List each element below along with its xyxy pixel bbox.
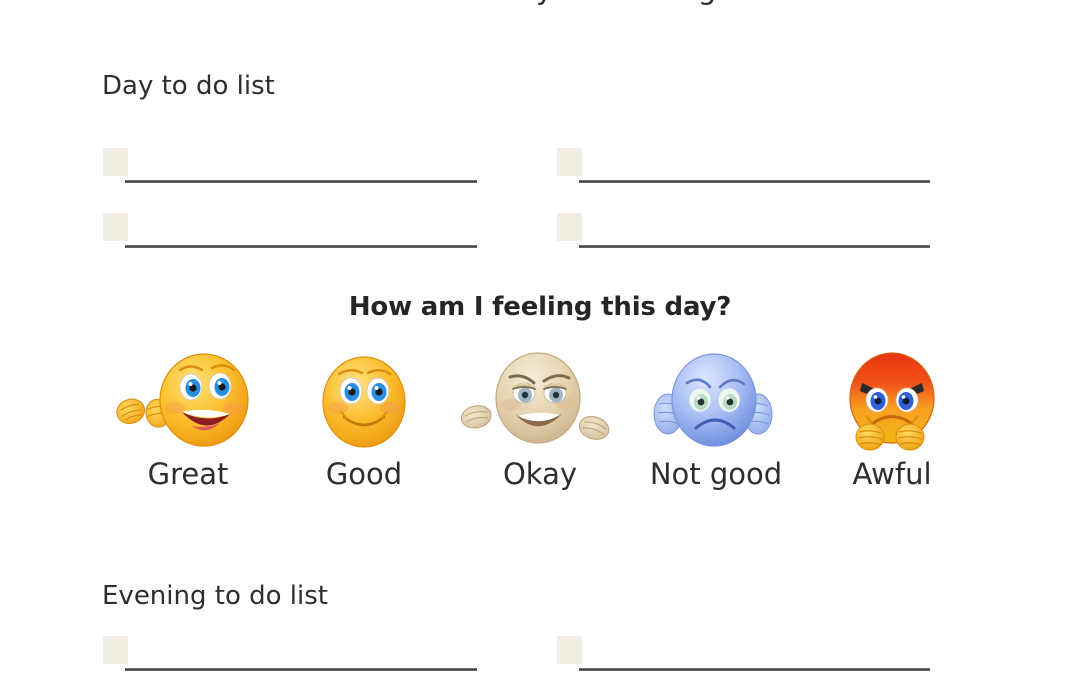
clipped-mood-label-okay: Okay	[428, 0, 604, 4]
day-todo-checkbox-1-left[interactable]	[103, 148, 128, 176]
day-todo-row-2-left[interactable]	[103, 213, 477, 261]
clipped-mood-label-row: Great Good Okay Not good Awful	[0, 0, 1080, 8]
mood-option-good[interactable]: Good	[276, 350, 452, 491]
smiley-sad-blue-icon	[628, 350, 804, 455]
mood-options-row: Great Good Okay Not good Awful	[100, 336, 980, 491]
smiley-content-icon	[276, 350, 452, 455]
evening-todo-checkbox-1-right[interactable]	[557, 636, 582, 664]
smiley-thumbs-up-icon	[100, 350, 276, 455]
clipped-mood-label-not-good: Not good	[616, 0, 792, 4]
mood-label-not-good: Not good	[649, 457, 783, 491]
mood-option-not-good[interactable]: Not good	[628, 350, 804, 491]
day-todo-checkbox-2-left[interactable]	[103, 213, 128, 241]
day-todo-checkbox-2-right[interactable]	[557, 213, 582, 241]
mood-label-okay: Okay	[502, 457, 578, 491]
mood-option-great[interactable]: Great	[100, 350, 276, 491]
evening-todo-heading: Evening to do list	[102, 581, 328, 611]
evening-todo-row-1-left[interactable]	[103, 636, 477, 684]
mood-label-great: Great	[147, 457, 229, 491]
day-todo-writeline-1-left[interactable]	[125, 180, 477, 183]
clipped-mood-label-good: Good	[276, 0, 452, 4]
day-todo-checkbox-1-right[interactable]	[557, 148, 582, 176]
mood-option-awful[interactable]: Awful	[804, 350, 980, 491]
day-todo-writeline-2-left[interactable]	[125, 245, 477, 248]
smiley-shrug-icon	[452, 350, 628, 455]
mood-option-okay[interactable]: Okay	[452, 350, 628, 491]
evening-todo-row-1-right[interactable]	[557, 636, 931, 684]
evening-todo-checkbox-1-left[interactable]	[103, 636, 128, 664]
evening-todo-writeline-1-right[interactable]	[579, 668, 930, 671]
day-todo-row-1-right[interactable]	[557, 148, 931, 196]
clipped-mood-label-awful: Awful	[804, 0, 980, 4]
day-todo-heading: Day to do list	[102, 71, 275, 101]
mood-question-heading: How am I feeling this day?	[348, 292, 732, 322]
day-todo-row-1-left[interactable]	[103, 148, 477, 196]
day-todo-row-2-right[interactable]	[557, 213, 931, 261]
day-todo-writeline-1-right[interactable]	[579, 180, 930, 183]
day-todo-writeline-2-right[interactable]	[579, 245, 930, 248]
mood-label-awful: Awful	[852, 457, 932, 491]
clipped-mood-label-great: Great	[100, 0, 276, 4]
evening-todo-writeline-1-left[interactable]	[125, 668, 477, 671]
smiley-angry-red-icon	[804, 350, 980, 455]
mood-label-good: Good	[325, 457, 403, 491]
